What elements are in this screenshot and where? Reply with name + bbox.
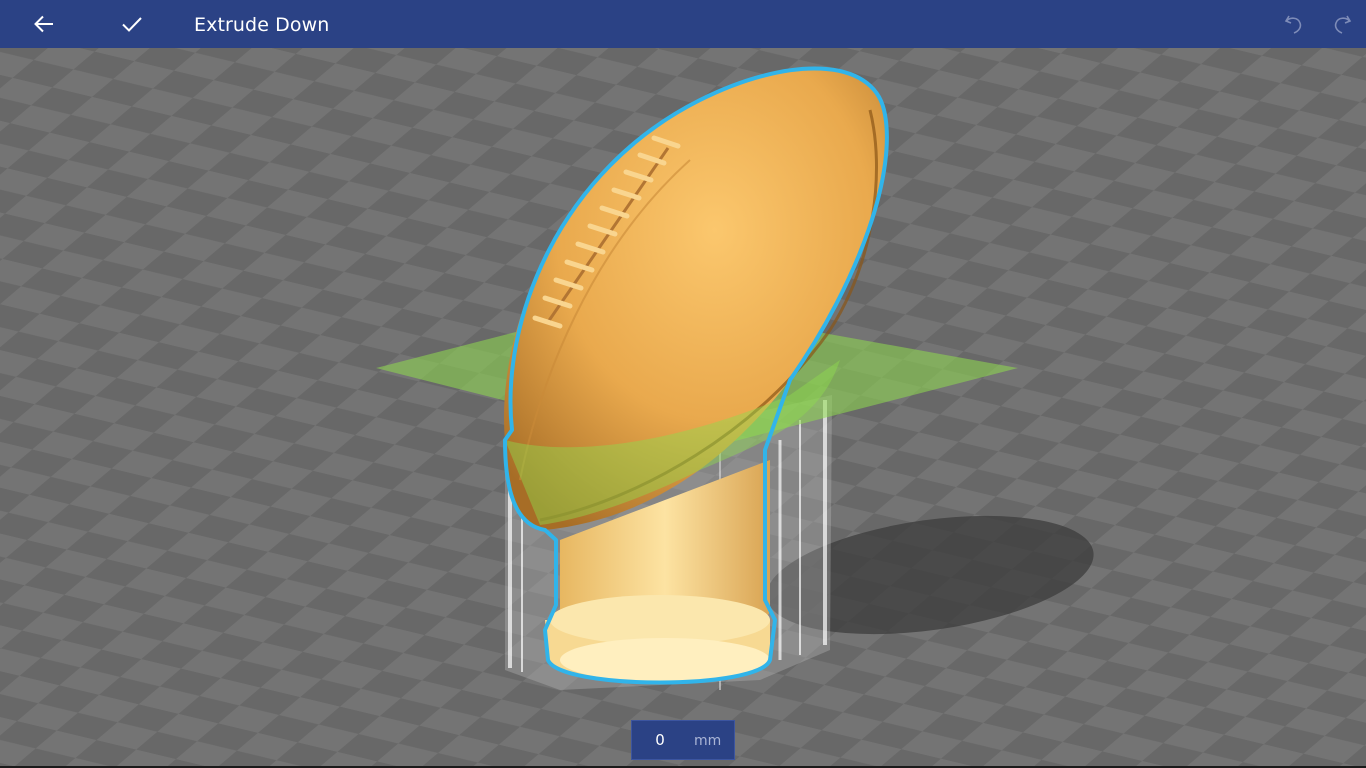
confirm-button[interactable] <box>108 0 156 48</box>
back-button[interactable] <box>20 0 68 48</box>
redo-button[interactable] <box>1318 0 1366 48</box>
3d-viewport[interactable] <box>0 48 1366 766</box>
redo-icon <box>1334 15 1352 34</box>
arrow-left-icon <box>34 15 53 33</box>
top-toolbar: Extrude Down <box>0 0 1366 48</box>
extrude-distance-field[interactable]: mm <box>631 720 735 760</box>
page-title: Extrude Down <box>194 14 330 36</box>
scene <box>0 48 1366 766</box>
extrude-distance-input[interactable] <box>632 721 688 759</box>
unit-label: mm <box>694 733 722 749</box>
checkmark-icon <box>122 17 142 32</box>
undo-button[interactable] <box>1270 0 1318 48</box>
undo-icon <box>1284 15 1302 34</box>
